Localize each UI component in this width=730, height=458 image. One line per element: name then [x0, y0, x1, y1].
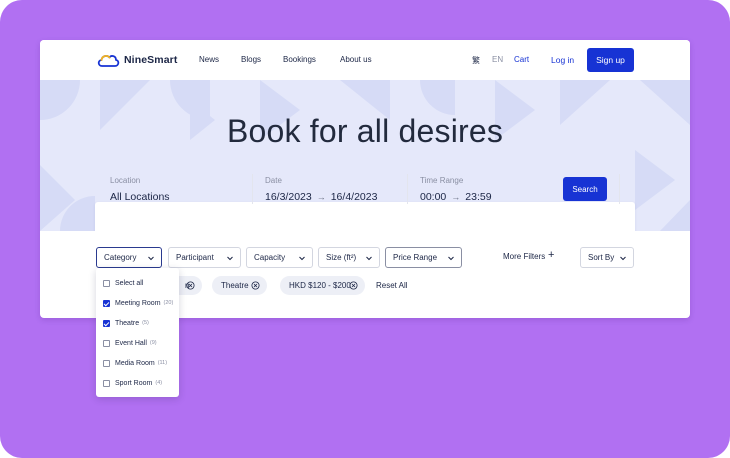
- time-end: 23:59: [465, 191, 492, 203]
- date-end: 16/4/2023: [330, 191, 378, 203]
- site-header: NineSmart News Blogs Bookings About us 繁…: [40, 40, 690, 80]
- close-circle-icon[interactable]: [186, 281, 195, 290]
- login-link[interactable]: Log in: [551, 55, 574, 65]
- lang-traditional-chinese[interactable]: 繁: [472, 55, 480, 66]
- filter-category[interactable]: Category: [96, 247, 162, 268]
- location-value: All Locations: [110, 191, 170, 203]
- chevron-down-icon: [148, 256, 154, 261]
- date-start: 16/3/2023: [265, 191, 312, 203]
- close-circle-icon[interactable]: [251, 281, 260, 290]
- dropdown-item-label: Select all: [115, 279, 144, 287]
- category-dropdown: Select all Meeting Room (20) Theatre (5)…: [96, 268, 179, 397]
- brand-name: NineSmart: [124, 54, 178, 66]
- chevron-down-icon: [366, 256, 372, 261]
- dropdown-item-event-hall[interactable]: Event Hall (9): [103, 337, 157, 349]
- date-range-picker[interactable]: 16/3/2023 → 16/4/2023: [265, 191, 377, 203]
- more-filters-button[interactable]: More Filters: [503, 252, 545, 261]
- location-label: Location: [110, 176, 141, 185]
- filter-category-label: Category: [104, 253, 137, 262]
- dropdown-item-select-all[interactable]: Select all: [103, 277, 143, 289]
- filter-capacity-label: Capacity: [254, 253, 286, 262]
- cloud-logo-icon: [97, 55, 120, 67]
- plus-icon[interactable]: +: [548, 249, 554, 261]
- chevron-down-icon: [620, 256, 626, 261]
- divider: [407, 174, 408, 204]
- dropdown-item-media-room[interactable]: Media Room (11): [103, 357, 167, 369]
- dropdown-item-label: Event Hall: [115, 339, 147, 347]
- reset-all-button[interactable]: Reset All: [376, 281, 408, 290]
- dropdown-item-sport-room[interactable]: Sport Room (4): [103, 377, 162, 389]
- checkbox[interactable]: [103, 279, 110, 287]
- chip-theatre-label: Theatre: [221, 281, 249, 290]
- filter-size[interactable]: Size (ft²): [318, 247, 380, 268]
- nav-bookings[interactable]: Bookings: [283, 55, 316, 64]
- chevron-down-icon: [448, 256, 454, 261]
- chip-price-range: HKD $120 - $200: [280, 276, 365, 295]
- divider: [252, 174, 253, 204]
- filter-size-label: Size (ft²): [326, 253, 357, 262]
- checkbox-checked[interactable]: [103, 299, 110, 307]
- divider: [619, 174, 620, 204]
- dropdown-item-count: (4): [155, 380, 163, 386]
- filter-price-range[interactable]: Price Range: [385, 247, 462, 268]
- date-label: Date: [265, 176, 282, 185]
- checkbox[interactable]: [103, 359, 110, 367]
- filter-price-range-label: Price Range: [393, 253, 438, 262]
- dropdown-item-label: Theatre: [115, 319, 140, 327]
- chip-price-range-label: HKD $120 - $200: [289, 281, 351, 290]
- dropdown-item-label: Meeting Room: [115, 299, 161, 307]
- chevron-down-icon: [299, 256, 305, 261]
- dropdown-item-label: Media Room: [115, 359, 155, 367]
- search-bar-fields: Location All Locations Date 16/3/2023 → …: [95, 162, 635, 214]
- filter-participant[interactable]: Participant: [168, 247, 241, 268]
- time-range-picker[interactable]: 00:00 → 23:59: [420, 191, 492, 203]
- close-circle-icon[interactable]: [349, 281, 358, 290]
- arrow-right-icon: →: [316, 192, 326, 202]
- dropdown-item-count: (20): [163, 300, 174, 306]
- dropdown-item-label: Sport Room: [115, 379, 153, 387]
- lang-english[interactable]: EN: [492, 55, 503, 64]
- checkbox[interactable]: [103, 339, 110, 347]
- chip-theatre: Theatre: [212, 276, 267, 295]
- dropdown-item-meeting-room[interactable]: Meeting Room (20): [103, 297, 173, 309]
- brand-logo[interactable]: NineSmart: [96, 52, 177, 68]
- dropdown-item-count: (11): [157, 360, 168, 366]
- dropdown-item-theatre[interactable]: Theatre (5): [103, 317, 149, 329]
- search-button[interactable]: Search: [563, 177, 607, 201]
- cart-link[interactable]: Cart: [514, 55, 529, 64]
- filter-capacity[interactable]: Capacity: [246, 247, 313, 268]
- time-start: 00:00: [420, 191, 447, 203]
- location-select[interactable]: All Locations: [110, 191, 170, 203]
- sort-by-label: Sort By: [588, 253, 615, 262]
- filter-participant-label: Participant: [176, 253, 214, 262]
- checkbox[interactable]: [103, 379, 110, 387]
- sort-by-select[interactable]: Sort By: [580, 247, 634, 268]
- chevron-down-icon: [227, 256, 233, 261]
- signup-button[interactable]: Sign up: [587, 48, 634, 72]
- dropdown-item-count: (9): [149, 340, 157, 346]
- nav-about-us[interactable]: About us: [340, 55, 372, 64]
- nav-news[interactable]: News: [199, 55, 219, 64]
- time-label: Time Range: [420, 176, 464, 185]
- hero-title: Book for all desires: [226, 113, 504, 149]
- dropdown-item-count: (5): [142, 320, 149, 326]
- checkbox-checked[interactable]: [103, 319, 110, 327]
- nav-blogs[interactable]: Blogs: [241, 55, 261, 64]
- arrow-right-icon: →: [451, 192, 461, 202]
